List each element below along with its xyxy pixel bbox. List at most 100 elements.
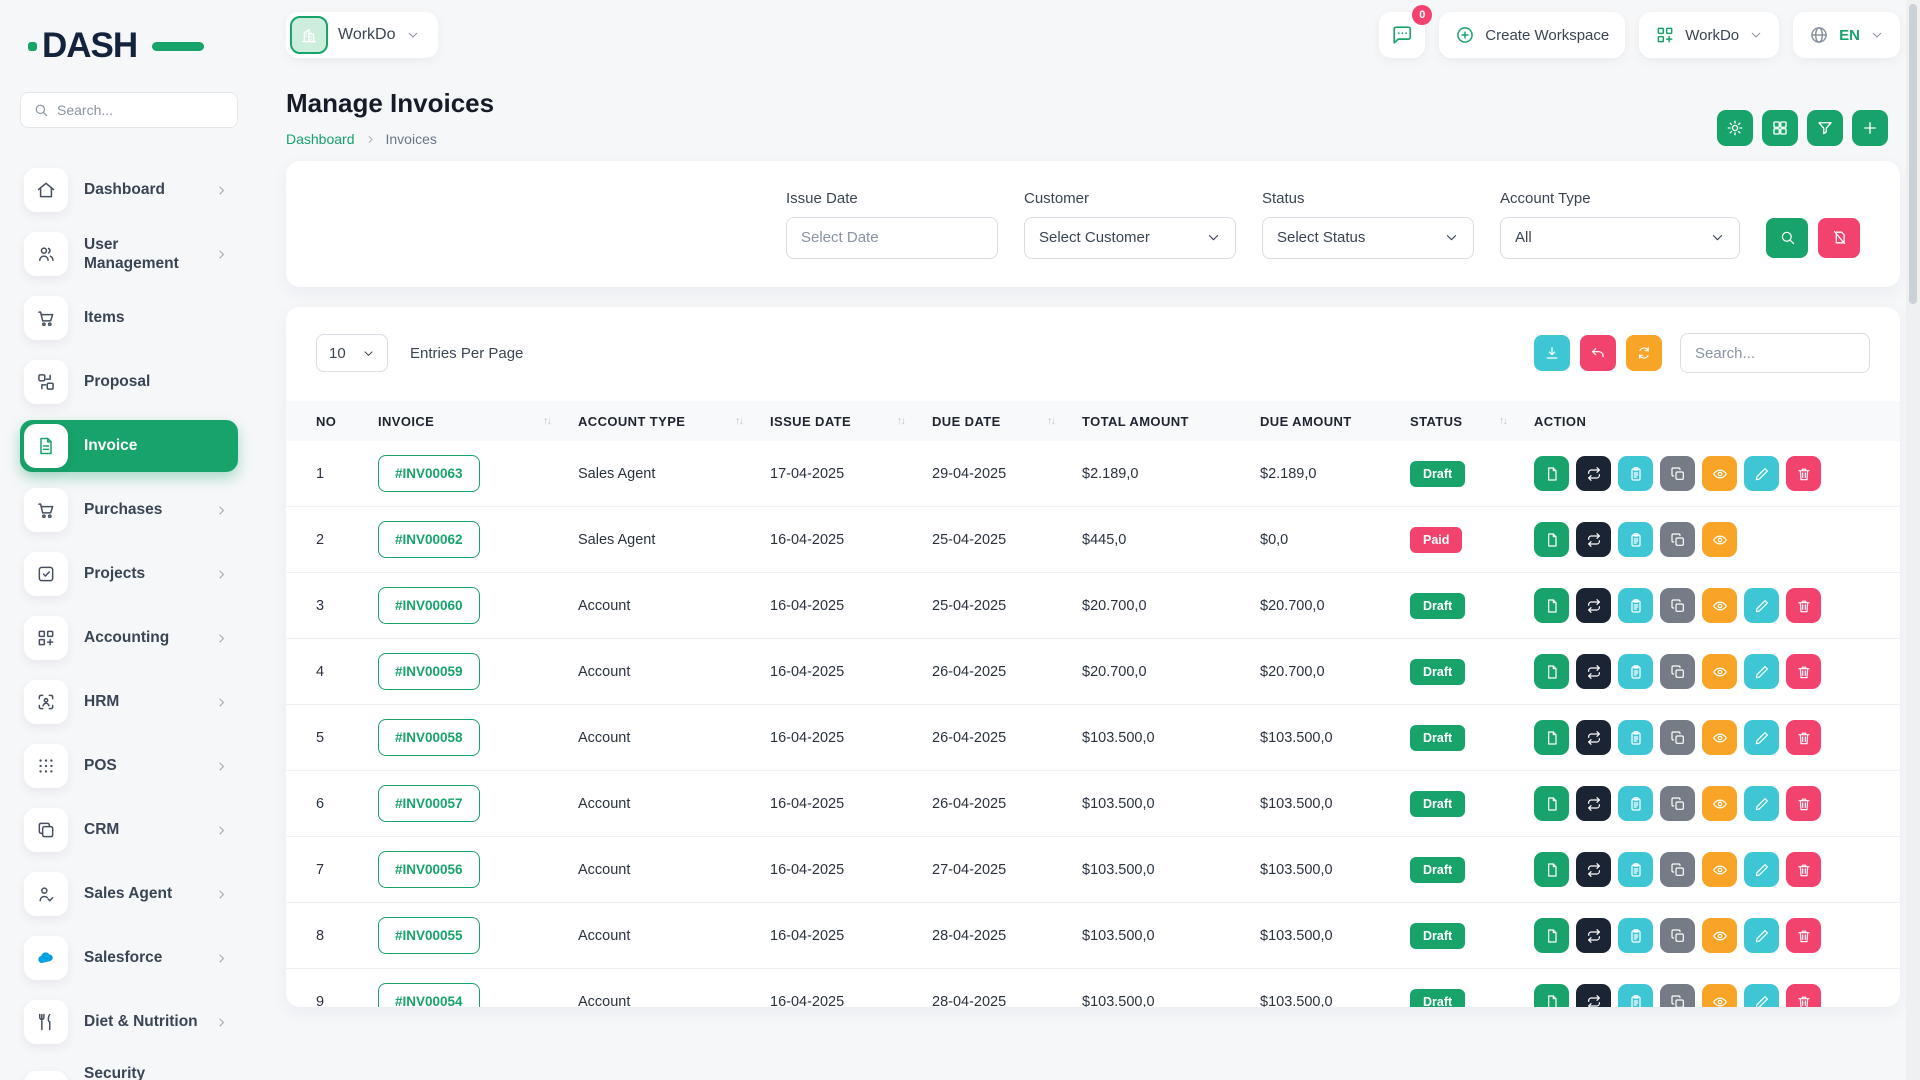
view-invoice-button[interactable] bbox=[1702, 654, 1737, 689]
copy-invoice-button[interactable] bbox=[1618, 852, 1653, 887]
convert-invoice-button[interactable] bbox=[1576, 984, 1611, 1007]
copy-invoice-button[interactable] bbox=[1618, 720, 1653, 755]
delete-invoice-button[interactable] bbox=[1786, 852, 1821, 887]
duplicate-invoice-button[interactable] bbox=[1534, 456, 1569, 491]
edit-invoice-button[interactable] bbox=[1744, 720, 1779, 755]
convert-invoice-button[interactable] bbox=[1576, 654, 1611, 689]
duplicate-invoice-button[interactable] bbox=[1534, 588, 1569, 623]
workspace-selector[interactable]: WorkDo bbox=[286, 12, 438, 58]
sidebar-item-diet-nutrition[interactable]: Diet & Nutrition bbox=[20, 996, 238, 1048]
sidebar-item-user-management[interactable]: User Management bbox=[20, 228, 238, 280]
view-invoice-button[interactable] bbox=[1702, 456, 1737, 491]
column-header-invoice[interactable]: INVOICE↑↓ bbox=[378, 414, 578, 429]
grid-view-button[interactable] bbox=[1762, 110, 1798, 146]
breadcrumb-dashboard-link[interactable]: Dashboard bbox=[286, 131, 355, 147]
edit-invoice-button[interactable] bbox=[1744, 852, 1779, 887]
clone-invoice-button[interactable] bbox=[1660, 852, 1695, 887]
clone-invoice-button[interactable] bbox=[1660, 984, 1695, 1007]
convert-invoice-button[interactable] bbox=[1576, 786, 1611, 821]
delete-invoice-button[interactable] bbox=[1786, 918, 1821, 953]
sidebar-item-dashboard[interactable]: Dashboard bbox=[20, 164, 238, 216]
duplicate-invoice-button[interactable] bbox=[1534, 918, 1569, 953]
edit-invoice-button[interactable] bbox=[1744, 588, 1779, 623]
invoice-number-link[interactable]: #INV00063 bbox=[378, 455, 480, 492]
copy-invoice-button[interactable] bbox=[1618, 456, 1653, 491]
duplicate-invoice-button[interactable] bbox=[1534, 522, 1569, 557]
sidebar-item-projects[interactable]: Projects bbox=[20, 548, 238, 600]
view-invoice-button[interactable] bbox=[1702, 786, 1737, 821]
create-workspace-button[interactable]: Create Workspace bbox=[1439, 12, 1625, 58]
column-header-issue-date[interactable]: ISSUE DATE↑↓ bbox=[770, 414, 932, 429]
convert-invoice-button[interactable] bbox=[1576, 852, 1611, 887]
copy-invoice-button[interactable] bbox=[1618, 654, 1653, 689]
edit-invoice-button[interactable] bbox=[1744, 654, 1779, 689]
convert-invoice-button[interactable] bbox=[1576, 918, 1611, 953]
invoice-number-link[interactable]: #INV00059 bbox=[378, 653, 480, 690]
delete-invoice-button[interactable] bbox=[1786, 588, 1821, 623]
invoice-number-link[interactable]: #INV00054 bbox=[378, 983, 480, 1007]
copy-invoice-button[interactable] bbox=[1618, 588, 1653, 623]
delete-invoice-button[interactable] bbox=[1786, 654, 1821, 689]
view-invoice-button[interactable] bbox=[1702, 984, 1737, 1007]
edit-invoice-button[interactable] bbox=[1744, 918, 1779, 953]
copy-invoice-button[interactable] bbox=[1618, 918, 1653, 953]
delete-invoice-button[interactable] bbox=[1786, 984, 1821, 1007]
sidebar-item-security-guards-management[interactable]: Security Guards Management bbox=[20, 1060, 238, 1080]
workspace-menu[interactable]: WorkDo bbox=[1639, 12, 1779, 58]
sidebar-item-salesforce[interactable]: Salesforce bbox=[20, 932, 238, 984]
page-scrollbar-thumb[interactable] bbox=[1909, 4, 1917, 304]
sidebar-item-sales-agent[interactable]: Sales Agent bbox=[20, 868, 238, 920]
settings-button[interactable] bbox=[1717, 110, 1753, 146]
copy-invoice-button[interactable] bbox=[1618, 522, 1653, 557]
clone-invoice-button[interactable] bbox=[1660, 456, 1695, 491]
sidebar-item-hrm[interactable]: HRM bbox=[20, 676, 238, 728]
sidebar-item-items[interactable]: Items bbox=[20, 292, 238, 344]
duplicate-invoice-button[interactable] bbox=[1534, 852, 1569, 887]
invoice-number-link[interactable]: #INV00058 bbox=[378, 719, 480, 756]
edit-invoice-button[interactable] bbox=[1744, 786, 1779, 821]
sidebar-item-proposal[interactable]: Proposal bbox=[20, 356, 238, 408]
copy-invoice-button[interactable] bbox=[1618, 984, 1653, 1007]
invoice-number-link[interactable]: #INV00056 bbox=[378, 851, 480, 888]
delete-invoice-button[interactable] bbox=[1786, 786, 1821, 821]
sidebar-item-pos[interactable]: POS bbox=[20, 740, 238, 792]
brand-logo[interactable]: DASH bbox=[42, 26, 172, 66]
duplicate-invoice-button[interactable] bbox=[1534, 786, 1569, 821]
clone-invoice-button[interactable] bbox=[1660, 918, 1695, 953]
entries-per-page-select[interactable]: 10 bbox=[316, 334, 388, 372]
view-invoice-button[interactable] bbox=[1702, 720, 1737, 755]
convert-invoice-button[interactable] bbox=[1576, 720, 1611, 755]
delete-invoice-button[interactable] bbox=[1786, 720, 1821, 755]
view-invoice-button[interactable] bbox=[1702, 918, 1737, 953]
sidebar-item-invoice[interactable]: Invoice bbox=[20, 420, 238, 472]
view-invoice-button[interactable] bbox=[1702, 852, 1737, 887]
sidebar-item-purchases[interactable]: Purchases bbox=[20, 484, 238, 536]
clone-invoice-button[interactable] bbox=[1660, 720, 1695, 755]
clone-invoice-button[interactable] bbox=[1660, 654, 1695, 689]
status-select[interactable]: Select Status bbox=[1262, 217, 1474, 259]
duplicate-invoice-button[interactable] bbox=[1534, 720, 1569, 755]
duplicate-invoice-button[interactable] bbox=[1534, 984, 1569, 1007]
invoice-number-link[interactable]: #INV00062 bbox=[378, 521, 480, 558]
table-search-input[interactable] bbox=[1695, 345, 1855, 362]
convert-invoice-button[interactable] bbox=[1576, 522, 1611, 557]
sidebar-item-crm[interactable]: CRM bbox=[20, 804, 238, 856]
convert-invoice-button[interactable] bbox=[1576, 456, 1611, 491]
undo-button[interactable] bbox=[1580, 335, 1616, 371]
language-selector[interactable]: EN bbox=[1793, 12, 1900, 58]
column-header-status[interactable]: STATUS↑↓ bbox=[1410, 414, 1534, 429]
export-button[interactable] bbox=[1534, 335, 1570, 371]
column-header-account-type[interactable]: ACCOUNT TYPE↑↓ bbox=[578, 414, 770, 429]
invoice-number-link[interactable]: #INV00055 bbox=[378, 917, 480, 954]
clone-invoice-button[interactable] bbox=[1660, 588, 1695, 623]
sidebar-search-input[interactable] bbox=[57, 102, 225, 118]
clone-invoice-button[interactable] bbox=[1660, 786, 1695, 821]
edit-invoice-button[interactable] bbox=[1744, 456, 1779, 491]
apply-filter-button[interactable] bbox=[1766, 218, 1808, 258]
clone-invoice-button[interactable] bbox=[1660, 522, 1695, 557]
delete-invoice-button[interactable] bbox=[1786, 456, 1821, 491]
copy-invoice-button[interactable] bbox=[1618, 786, 1653, 821]
invoice-number-link[interactable]: #INV00060 bbox=[378, 587, 480, 624]
refresh-button[interactable] bbox=[1626, 335, 1662, 371]
filter-button[interactable] bbox=[1807, 110, 1843, 146]
